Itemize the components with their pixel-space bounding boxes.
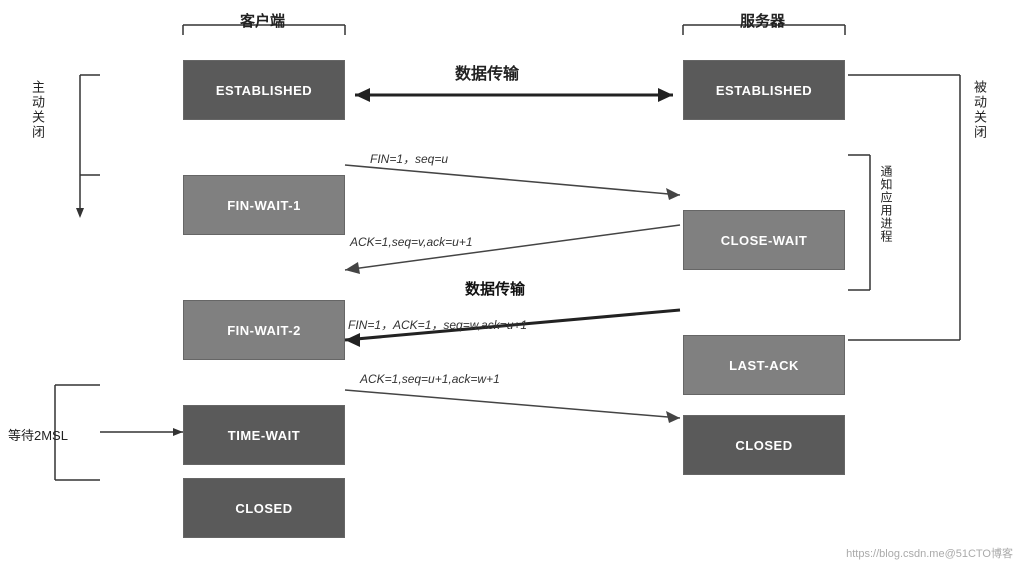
client-established-box: ESTABLISHED xyxy=(183,60,345,120)
wait2msl-label: 等待2MSL xyxy=(8,425,68,444)
watermark: https://blog.csdn.me@51CTO博客 xyxy=(846,545,1013,561)
notify-label: 通知应用进程 xyxy=(878,165,895,243)
msg1-label: FIN=1，seq=u xyxy=(370,150,448,167)
msg3-label: FIN=1，ACK=1，seq=w,ack=u+1 xyxy=(348,316,527,333)
client-header-label: 客户端 xyxy=(240,10,285,31)
client-time-wait-box: TIME-WAIT xyxy=(183,405,345,465)
server-established-box: ESTABLISHED xyxy=(683,60,845,120)
client-fin-wait-2-box: FIN-WAIT-2 xyxy=(183,300,345,360)
server-closed-box: CLOSED xyxy=(683,415,845,475)
client-fin-wait-1-box: FIN-WAIT-1 xyxy=(183,175,345,235)
client-closed-box: CLOSED xyxy=(183,478,345,538)
server-last-ack-box: LAST-ACK xyxy=(683,335,845,395)
server-header-label: 服务器 xyxy=(740,10,785,31)
tcp-diagram: 客户端 服务器 主动关闭 被动关闭 通知应用进程 等待2MSL 数据传输 FIN… xyxy=(0,0,1021,569)
data-transfer-mid-label: 数据传输 xyxy=(465,278,525,299)
active-close-label: 主动关闭 xyxy=(28,80,47,140)
passive-close-label: 被动关闭 xyxy=(970,80,989,140)
msg2-label: ACK=1,seq=v,ack=u+1 xyxy=(350,235,473,249)
server-close-wait-box: CLOSE-WAIT xyxy=(683,210,845,270)
msg4-label: ACK=1,seq=u+1,ack=w+1 xyxy=(360,372,500,386)
data-transfer-top-label: 数据传输 xyxy=(455,60,519,84)
